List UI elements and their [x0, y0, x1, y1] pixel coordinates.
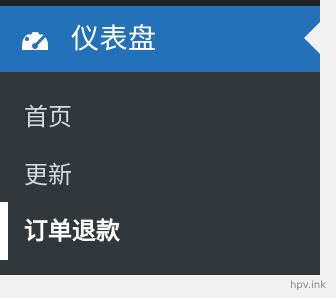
- submenu-item-updates[interactable]: 更新: [0, 146, 320, 204]
- dashboard-submenu: 首页 更新 订单退款: [0, 72, 320, 275]
- current-menu-arrow: [304, 22, 320, 54]
- admin-sidebar: 仪表盘 首页 更新 订单退款: [0, 0, 320, 275]
- submenu-item-order-refunds[interactable]: 订单退款: [0, 202, 320, 260]
- watermark-text: hpv.ink: [290, 280, 326, 291]
- submenu-item-home[interactable]: 首页: [0, 88, 320, 146]
- dashboard-menu-header[interactable]: 仪表盘: [0, 6, 320, 72]
- dashboard-title: 仪表盘: [71, 22, 157, 55]
- submenu-item-order-refunds-label: 订单退款: [24, 217, 120, 245]
- dashboard-icon: [18, 22, 52, 56]
- active-item-indicator: [0, 202, 8, 260]
